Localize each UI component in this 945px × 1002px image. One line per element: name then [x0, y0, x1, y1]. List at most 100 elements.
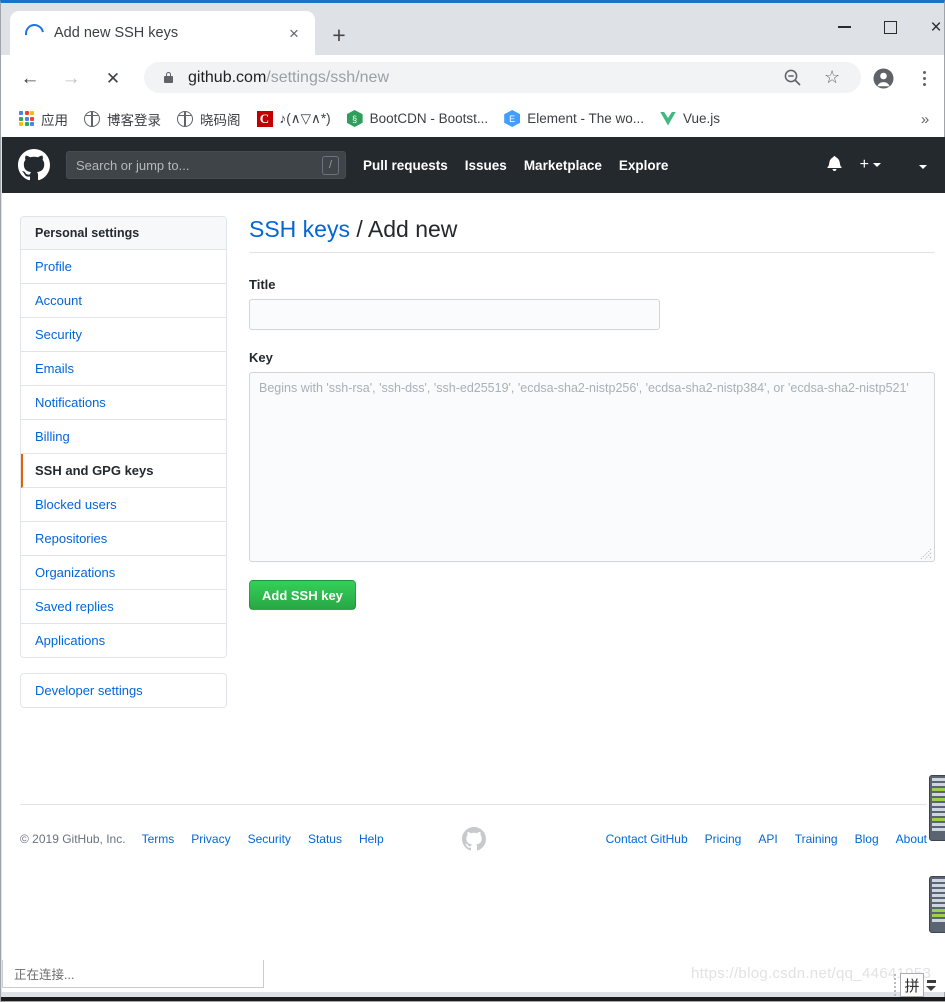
- forward-button[interactable]: →: [56, 63, 86, 93]
- bookmark-label: Vue.js: [683, 111, 721, 126]
- url-text: github.com/settings/ssh/new: [188, 69, 389, 87]
- nav-pull-requests[interactable]: Pull requests: [363, 158, 448, 173]
- footer-link-about[interactable]: About: [896, 832, 927, 846]
- url-domain: github.com: [188, 68, 267, 86]
- maximize-icon: [883, 20, 897, 34]
- bell-icon[interactable]: [827, 155, 842, 175]
- github-mark-icon: [461, 827, 486, 851]
- sidebar-item-developer-settings[interactable]: Developer settings: [21, 674, 226, 707]
- window-minimize-button[interactable]: [821, 6, 867, 48]
- hexagon-icon: §: [346, 110, 363, 127]
- profile-menu-button[interactable]: [915, 156, 927, 174]
- settings-main: SSH keys / Add new Title Key Begins with…: [249, 216, 935, 708]
- footer-link-privacy[interactable]: Privacy: [191, 832, 230, 846]
- ime-toolbar-strip[interactable]: [929, 775, 945, 841]
- search-shortcut-badge: /: [322, 155, 339, 175]
- back-button[interactable]: ←: [15, 63, 45, 93]
- minimize-icon: [837, 26, 851, 28]
- bookmark-bootcdn[interactable]: § BootCDN - Bootst...: [340, 106, 496, 132]
- sidebar-heading: Personal settings: [21, 217, 226, 250]
- nav-explore[interactable]: Explore: [619, 158, 669, 173]
- create-new-button[interactable]: +: [860, 156, 881, 174]
- chevron-down-icon: [873, 163, 881, 167]
- browser-window: Add new SSH keys × + × ← → ✕ github.com/…: [0, 0, 945, 1002]
- status-text: 正在连接...: [14, 968, 75, 982]
- browser-toolbar: ← → ✕ github.com/settings/ssh/new ☆: [1, 55, 944, 100]
- bookmark-xiaomage[interactable]: 晓码阁: [170, 106, 248, 132]
- footer-link-pricing[interactable]: Pricing: [705, 832, 742, 846]
- tab-strip: Add new SSH keys × + ×: [1, 3, 944, 55]
- browser-tab[interactable]: Add new SSH keys ×: [10, 11, 315, 55]
- page-viewport: Search or jump to... / Pull requests Iss…: [2, 137, 945, 992]
- ime-pinyin-button[interactable]: 拼: [900, 973, 924, 997]
- sidebar-item-blocked-users[interactable]: Blocked users: [21, 488, 226, 522]
- vue-logo-icon: [660, 111, 676, 126]
- personal-settings-box: Personal settings Profile Account Securi…: [20, 216, 227, 658]
- github-header-right: +: [827, 137, 935, 193]
- key-textarea[interactable]: [249, 372, 935, 562]
- zoom-out-icon[interactable]: [783, 68, 802, 87]
- key-textarea-wrapper: [249, 372, 935, 562]
- bookmark-label: ♪(∧▽∧*): [279, 110, 331, 126]
- sidebar-item-security[interactable]: Security: [21, 318, 226, 352]
- title-input[interactable]: [249, 299, 660, 330]
- url-path: /settings/ssh/new: [266, 68, 389, 86]
- sidebar-item-repositories[interactable]: Repositories: [21, 522, 226, 556]
- footer-link-security[interactable]: Security: [248, 832, 291, 846]
- footer-copyright: © 2019 GitHub, Inc.: [20, 832, 126, 846]
- breadcrumb-separator: /: [356, 216, 363, 242]
- new-tab-button[interactable]: +: [323, 19, 355, 51]
- lock-icon: [161, 72, 175, 83]
- bookmark-music[interactable]: C ♪(∧▽∧*): [250, 106, 338, 132]
- footer-link-contact-github[interactable]: Contact GitHub: [606, 832, 688, 846]
- nav-marketplace[interactable]: Marketplace: [524, 158, 602, 173]
- window-close-button[interactable]: ×: [913, 6, 945, 48]
- sidebar-item-billing[interactable]: Billing: [21, 420, 226, 454]
- footer-link-training[interactable]: Training: [795, 832, 838, 846]
- github-logo-icon[interactable]: [18, 149, 50, 181]
- sidebar-item-emails[interactable]: Emails: [21, 352, 226, 386]
- sidebar-item-notifications[interactable]: Notifications: [21, 386, 226, 420]
- sidebar-item-account[interactable]: Account: [21, 284, 226, 318]
- ime-drag-handle-icon[interactable]: [894, 974, 896, 996]
- bookmarks-overflow-button[interactable]: »: [914, 108, 936, 130]
- bookmark-vuejs[interactable]: Vue.js: [653, 106, 727, 132]
- breadcrumb-ssh-keys-link[interactable]: SSH keys: [249, 216, 350, 242]
- sidebar-item-profile[interactable]: Profile: [21, 250, 226, 284]
- tab-title: Add new SSH keys: [54, 25, 179, 41]
- sidebar-item-saved-replies[interactable]: Saved replies: [21, 590, 226, 624]
- chevron-down-icon: [919, 165, 927, 169]
- window-maximize-button[interactable]: [867, 6, 913, 48]
- add-ssh-key-button[interactable]: Add SSH key: [249, 580, 356, 610]
- globe-icon: [84, 110, 100, 127]
- bookmark-apps[interactable]: 应用: [12, 106, 75, 132]
- close-icon[interactable]: ×: [281, 20, 307, 46]
- breadcrumb-current: Add new: [367, 216, 458, 242]
- avatar[interactable]: [873, 68, 894, 89]
- search-input[interactable]: Search or jump to... /: [66, 151, 346, 179]
- sidebar-item-applications[interactable]: Applications: [21, 624, 226, 657]
- close-icon: ×: [930, 16, 942, 38]
- globe-icon: [177, 110, 193, 127]
- settings-layout: Personal settings Profile Account Securi…: [2, 193, 945, 708]
- search-placeholder: Search or jump to...: [76, 157, 190, 173]
- bookmark-label: Element - The wo...: [527, 111, 644, 126]
- bookmark-blog-login[interactable]: 博客登录: [77, 106, 168, 132]
- footer-link-api[interactable]: API: [758, 832, 777, 846]
- ime-widget[interactable]: 拼: [894, 973, 936, 997]
- sidebar-item-organizations[interactable]: Organizations: [21, 556, 226, 590]
- bookmark-star-icon[interactable]: ☆: [824, 68, 844, 88]
- stop-loading-button[interactable]: ✕: [98, 63, 128, 93]
- nav-issues[interactable]: Issues: [465, 158, 507, 173]
- ime-more-icon[interactable]: [926, 979, 936, 991]
- ime-toolbar-strip[interactable]: [929, 876, 945, 933]
- address-bar[interactable]: github.com/settings/ssh/new: [144, 62, 861, 93]
- loading-spinner-icon: [20, 19, 48, 47]
- chrome-menu-icon[interactable]: [916, 67, 932, 89]
- sidebar-item-ssh-and-gpg-keys[interactable]: SSH and GPG keys: [21, 454, 226, 488]
- footer-link-status[interactable]: Status: [308, 832, 342, 846]
- footer-link-help[interactable]: Help: [359, 832, 384, 846]
- footer-link-terms[interactable]: Terms: [142, 832, 175, 846]
- bookmark-element[interactable]: E Element - The wo...: [497, 106, 651, 132]
- footer-link-blog[interactable]: Blog: [855, 832, 879, 846]
